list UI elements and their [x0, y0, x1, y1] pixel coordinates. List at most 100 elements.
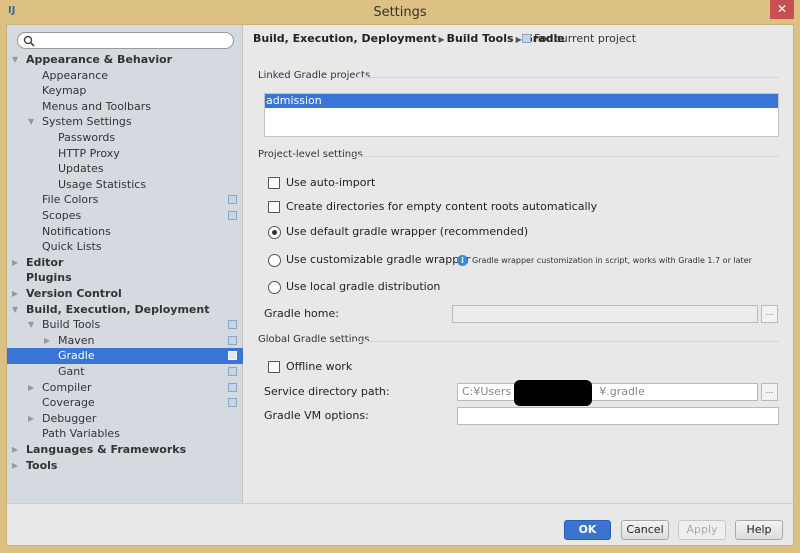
sidebar-item-languages-frameworks[interactable]: ▶ Languages & Frameworks — [7, 442, 243, 458]
list-item[interactable]: admission — [265, 94, 778, 108]
expand-arrow-icon[interactable]: ▼ — [28, 317, 34, 333]
wrapper-hint: i Gradle wrapper customization in script,… — [457, 255, 752, 267]
sidebar-item-coverage[interactable]: Coverage — [7, 395, 243, 411]
sidebar-item-debugger[interactable]: ▶ Debugger — [7, 411, 243, 427]
project-level-heading: Project-level settings — [258, 149, 363, 160]
cancel-button[interactable]: Cancel — [621, 520, 669, 540]
gradle-settings-panel: Build, Execution, Deployment ▶ Build Tools… — [244, 25, 794, 503]
sidebar-item-quick-lists[interactable]: Quick Lists — [7, 239, 243, 255]
sidebar-item-label: Appearance — [42, 68, 109, 82]
settings-tree: ▼ Appearance & Behavior Appearance Keymap Me… — [7, 25, 243, 503]
redaction-mark — [514, 380, 592, 406]
create-dirs-checkbox[interactable]: Create directories for empty content roo… — [268, 199, 597, 215]
global-settings-heading: Global Gradle settings — [258, 334, 370, 345]
project-icon — [228, 367, 237, 376]
divider — [354, 156, 779, 157]
radio-button[interactable] — [268, 225, 281, 239]
service-directory-browse-button[interactable]: ... — [761, 383, 778, 401]
sidebar-item-path-variables[interactable]: Path Variables — [7, 426, 243, 442]
collapse-arrow-icon[interactable]: ▶ — [28, 380, 34, 396]
sidebar-item-tools[interactable]: ▶ Tools — [7, 458, 243, 474]
hint-text: Gradle wrapper customization in script, … — [472, 256, 752, 265]
sidebar-item-plugins[interactable]: Plugins — [7, 270, 243, 286]
sidebar-item-appearance-behavior[interactable]: ▼ Appearance & Behavior — [7, 52, 243, 68]
sidebar-item-label: Version Control — [26, 287, 122, 300]
sidebar-item-label: Maven — [58, 333, 95, 347]
project-icon — [228, 398, 237, 408]
sidebar-item-passwords[interactable]: Passwords — [7, 130, 243, 146]
radio-label: Use default gradle wrapper (recommended) — [286, 225, 529, 238]
linked-projects-list[interactable]: admission — [264, 93, 779, 137]
local-distribution-radio[interactable]: Use local gradle distribution — [268, 279, 440, 295]
sidebar-item-updates[interactable]: Updates — [7, 161, 243, 177]
sidebar-item-file-colors[interactable]: File Colors — [7, 192, 243, 208]
sidebar-item-build-execution-deployment[interactable]: ▼ Build, Execution, Deployment — [7, 302, 243, 318]
sidebar-item-compiler[interactable]: ▶ Compiler — [7, 380, 243, 396]
sidebar-item-appearance[interactable]: Appearance — [7, 68, 243, 84]
ok-button[interactable]: OK — [564, 520, 611, 540]
gradle-home-browse-button[interactable]: ... — [761, 305, 778, 323]
sidebar-item-label: System Settings — [42, 115, 132, 129]
sidebar-item-scopes[interactable]: Scopes — [7, 208, 243, 224]
sidebar-item-gant[interactable]: Gant — [7, 364, 243, 380]
sidebar-item-label: Path Variables — [42, 427, 120, 441]
collapse-arrow-icon[interactable]: ▶ — [12, 458, 18, 474]
checkbox-label: Use auto-import — [286, 176, 376, 189]
checkbox-box[interactable] — [268, 201, 280, 213]
sidebar-item-build-tools[interactable]: ▼ Build Tools — [7, 317, 243, 333]
sidebar-item-version-control[interactable]: ▶ Version Control — [7, 286, 243, 302]
auto-import-checkbox[interactable]: Use auto-import — [268, 175, 375, 191]
collapse-arrow-icon[interactable]: ▶ — [12, 255, 18, 271]
sidebar-item-label: Usage Statistics — [58, 177, 147, 191]
sidebar-item-label: Quick Lists — [42, 240, 102, 254]
sidebar-item-label: Scopes — [42, 209, 82, 222]
apply-button[interactable]: Apply — [678, 520, 726, 540]
sidebar-item-label: Keymap — [42, 84, 87, 98]
sidebar-item-keymap[interactable]: Keymap — [7, 83, 243, 99]
sidebar-item-http-proxy[interactable]: HTTP Proxy — [7, 146, 243, 162]
close-button[interactable]: ✕ — [770, 0, 794, 19]
sidebar-item-editor[interactable]: ▶ Editor — [7, 255, 243, 271]
sidebar-item-system-settings[interactable]: ▼ System Settings — [7, 114, 243, 130]
service-directory-input[interactable]: C:¥Users ¥.gradle — [457, 380, 758, 406]
sidebar-item-menus-and-toolbars[interactable]: Menus and Toolbars — [7, 99, 243, 115]
sidebar-item-notifications[interactable]: Notifications — [7, 224, 243, 240]
expand-arrow-icon[interactable]: ▼ — [12, 302, 18, 318]
close-icon: ✕ — [776, 2, 788, 16]
collapse-arrow-icon[interactable]: ▶ — [44, 333, 50, 349]
sidebar-item-label: File Colors — [42, 193, 99, 207]
radio-button[interactable] — [268, 253, 281, 267]
sidebar-item-label: HTTP Proxy — [58, 146, 120, 160]
checkbox-box[interactable] — [268, 361, 280, 373]
sidebar-item-usage-statistics[interactable]: Usage Statistics — [7, 177, 243, 193]
sidebar-item-label: Menus and Toolbars — [42, 99, 151, 113]
breadcrumb: Build, Execution, Deployment ▶ Build Tools… — [253, 32, 565, 45]
settings-dialog: ▼ Appearance & Behavior Appearance Keymap Me… — [6, 24, 795, 546]
vm-options-input[interactable] — [457, 407, 779, 425]
sidebar-item-label: Build, Execution, Deployment — [26, 302, 210, 316]
sidebar-item-maven[interactable]: ▶ Maven — [7, 333, 243, 349]
help-button[interactable]: Help — [735, 520, 783, 540]
project-icon — [228, 382, 237, 392]
project-icon — [228, 335, 237, 345]
gradle-home-input[interactable] — [452, 305, 758, 323]
project-icon — [228, 211, 237, 220]
search-input[interactable] — [17, 32, 234, 49]
default-wrapper-radio[interactable]: Use default gradle wrapper (recommended) — [268, 224, 528, 240]
linked-projects-heading: Linked Gradle projects — [258, 70, 371, 81]
sidebar-item-gradle[interactable]: Gradle — [7, 348, 243, 365]
offline-work-checkbox[interactable]: Offline work — [268, 359, 352, 375]
custom-wrapper-radio[interactable]: Use customizable gradle wrapper — [268, 252, 471, 268]
radio-label: Use customizable gradle wrapper — [286, 253, 471, 266]
project-icon — [228, 195, 237, 205]
collapse-arrow-icon[interactable]: ▶ — [28, 411, 34, 427]
collapse-arrow-icon[interactable]: ▶ — [12, 442, 18, 458]
checkbox-box[interactable] — [268, 177, 280, 189]
expand-arrow-icon[interactable]: ▼ — [28, 114, 34, 130]
sidebar-item-label: Tools — [26, 458, 58, 472]
expand-arrow-icon[interactable]: ▼ — [12, 52, 18, 68]
path-suffix: ¥.gradle — [599, 385, 645, 398]
project-icon — [522, 34, 531, 43]
collapse-arrow-icon[interactable]: ▶ — [12, 286, 18, 302]
radio-button[interactable] — [268, 280, 281, 294]
